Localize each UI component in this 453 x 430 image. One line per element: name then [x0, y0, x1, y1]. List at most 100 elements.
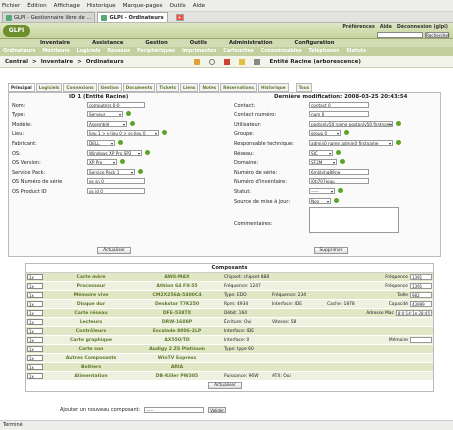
add-location-icon[interactable] [162, 130, 167, 135]
tab-tous[interactable]: Tous [295, 83, 313, 92]
search-input[interactable] [377, 32, 423, 38]
service-pack-select[interactable]: Service Pack 1 [87, 169, 135, 175]
component-model-link[interactable]: DRW-1608P [136, 318, 218, 327]
tab-principal[interactable]: Principal [8, 83, 35, 92]
glpi-logo[interactable]: GLPI [3, 25, 30, 37]
add-update-source-icon[interactable] [334, 198, 339, 203]
tab-tickets[interactable]: Tickets [156, 83, 180, 92]
menu-fichier[interactable]: Fichier [2, 3, 20, 9]
tech-select[interactable]: admin0 name admin0 firstname [309, 140, 393, 146]
add-service-pack-icon[interactable] [138, 169, 143, 174]
location-select[interactable]: lieu 1 > s-lieu 0 > ss-lieu 0 [87, 130, 159, 136]
component-model-link[interactable]: CM2X256A-5400C4 [136, 291, 218, 300]
menu-marque-pages[interactable]: Marque-pages [123, 3, 163, 9]
update-source-select[interactable]: Non [309, 198, 331, 204]
tab-gestion[interactable]: Gestion [97, 83, 122, 92]
component-type-select[interactable]: ----- [144, 407, 205, 413]
add-group-icon[interactable] [344, 130, 349, 135]
component-model-link[interactable]: Escalade 8006-2LP [136, 327, 218, 336]
serial-number-field[interactable]: 6mldvhq89cw [309, 169, 369, 175]
comments-textarea[interactable] [309, 207, 399, 233]
spec-value-field[interactable]: 1391 [410, 273, 432, 280]
update-button[interactable]: Actualiser [97, 247, 131, 254]
tab-historique[interactable]: Historique [257, 83, 289, 92]
tab-logiciels[interactable]: Logiciels [35, 83, 63, 92]
quantity-select[interactable]: 1x [27, 274, 43, 280]
list-icon[interactable] [253, 58, 260, 65]
subnav-peripheriques[interactable]: Périphériques [137, 49, 175, 54]
subnav-moniteurs[interactable]: Moniteurs [42, 49, 69, 54]
component-type-link[interactable]: Processeur [51, 282, 131, 291]
component-model-link[interactable]: WinTV Express [136, 354, 218, 363]
quantity-select[interactable]: 1x [27, 319, 43, 325]
components-update-button[interactable]: Actualiser [208, 382, 242, 389]
menu-aide[interactable]: Aide [193, 3, 205, 9]
quantity-select[interactable]: 1x [27, 373, 43, 379]
quantity-select[interactable]: 1x [27, 355, 43, 361]
component-model-link[interactable]: ARIA [136, 363, 218, 372]
status-select[interactable]: ----- [309, 188, 335, 194]
subnav-imprimantes[interactable]: Imprimantes [182, 49, 216, 54]
delete-button[interactable]: Supprimer [314, 247, 348, 254]
component-type-link[interactable]: Lecteurs [51, 318, 131, 327]
nav-assistance[interactable]: Assistance [92, 40, 123, 46]
component-model-link[interactable]: Athlon 64 FX-55 [136, 282, 218, 291]
spec-value-field[interactable]: 1391 [410, 282, 432, 289]
browser-tab-1[interactable]: GLPI - Gestionnaire libre de ... [2, 12, 96, 22]
subnav-logiciels[interactable]: Logiciels [77, 49, 101, 54]
domain-select[interactable]: SF2M [309, 159, 337, 165]
os-select[interactable]: Windows XP Pro SP2 [87, 150, 142, 156]
component-type-link[interactable]: Disque dur [51, 300, 131, 309]
quantity-select[interactable]: 1x [27, 364, 43, 370]
inventory-number-field[interactable]: i0tj707eigu [309, 178, 369, 184]
network-select[interactable]: SIC [309, 150, 333, 156]
tab-liens[interactable]: Liens [180, 83, 199, 92]
component-model-link[interactable]: DFE-538TX [136, 309, 218, 318]
template-icon[interactable] [223, 58, 230, 65]
spec-value-field[interactable]: 8:0:14:1e:28:45 [395, 309, 432, 316]
quantity-select[interactable]: 1x [27, 292, 43, 298]
tab-notes[interactable]: Notes [199, 83, 220, 92]
user-select[interactable]: postonly50 name postonly50 firstname [309, 121, 393, 127]
quantity-select[interactable]: 1x [27, 328, 43, 334]
quantity-select[interactable]: 1x [27, 337, 43, 343]
os-version-select[interactable]: XP Pro [87, 159, 117, 165]
quantity-select[interactable]: 1x [27, 346, 43, 352]
subnav-consommables[interactable]: Consommables [261, 49, 302, 54]
subnav-statuts[interactable]: Statuts [346, 49, 366, 54]
add-os-version-icon[interactable] [120, 159, 125, 164]
os-product-id-field[interactable]: os id 0 [87, 188, 145, 194]
menu-historique[interactable]: Historique [87, 3, 116, 9]
model-select[interactable]: Assemblé [87, 121, 127, 127]
browser-tab-2[interactable]: GLPI - Ordinateurs [97, 12, 168, 22]
component-type-link[interactable]: Carte mère [51, 273, 131, 282]
group-select[interactable]: group 0 [309, 130, 341, 136]
component-type-link[interactable]: Alimentation [51, 372, 131, 381]
crumb-ordinateurs[interactable]: Ordinateurs [86, 59, 124, 65]
spec-value-field[interactable]: 43999 [410, 300, 432, 307]
quantity-select[interactable]: 1x [27, 283, 43, 289]
quantity-select[interactable]: 1x [27, 310, 43, 316]
nav-administration[interactable]: Administration [229, 40, 273, 46]
component-type-link[interactable]: Autres Composants [51, 354, 131, 363]
tab-reservations[interactable]: Réservations [220, 83, 257, 92]
subnav-telephones[interactable]: Téléphones [309, 49, 339, 54]
component-type-link[interactable]: Carte graphique [51, 336, 131, 345]
name-field[interactable]: computers 0-0 [87, 102, 145, 108]
component-model-link[interactable]: AX550/TD [136, 336, 218, 345]
crumb-inventaire[interactable]: Inventaire [41, 59, 73, 65]
add-model-icon[interactable] [130, 121, 135, 126]
spec-value-field[interactable] [410, 336, 432, 343]
add-status-icon[interactable] [338, 188, 343, 193]
contact-field[interactable]: contact 0 [309, 102, 369, 108]
crumb-central[interactable]: Central [5, 59, 28, 65]
help-link[interactable]: Aide [380, 25, 392, 30]
search-icon[interactable] [208, 58, 215, 65]
nav-configuration[interactable]: Configuration [295, 40, 335, 46]
user-info-icon[interactable] [396, 121, 401, 126]
add-icon[interactable] [193, 58, 200, 65]
add-os-icon[interactable] [145, 150, 150, 155]
component-model-link[interactable]: Audigy 2 ZS Platinum [136, 345, 218, 354]
type-select[interactable]: Serveur [87, 111, 123, 117]
subnav-cartouches[interactable]: Cartouches [223, 49, 254, 54]
